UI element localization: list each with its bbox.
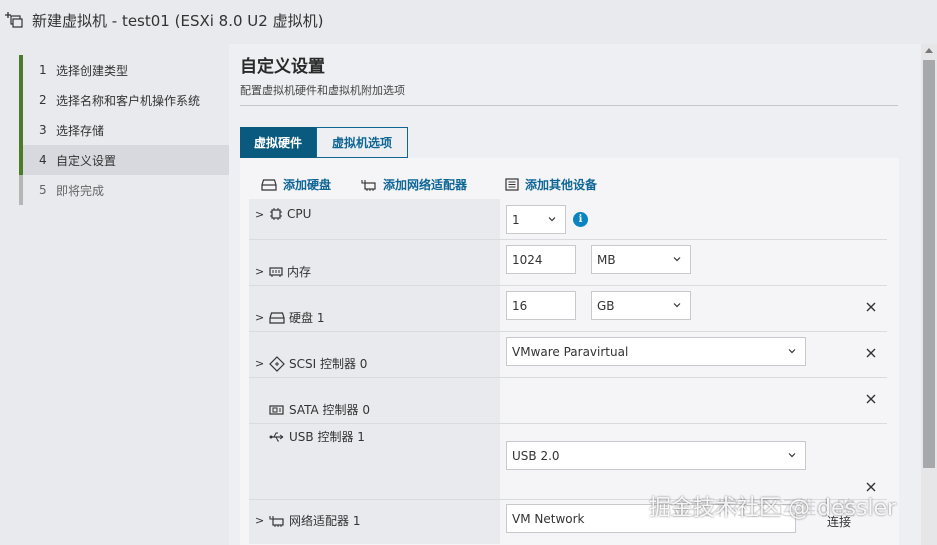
table-row-memory: > 内存 1024 MB [249, 240, 887, 286]
disk-label-group: > 硬盘 1 [255, 309, 324, 326]
disk-label: 硬盘 1 [289, 311, 325, 325]
title-bar: 新建虚拟机 - test01 (ESXi 8.0 U2 虚拟机) [0, 0, 937, 44]
scsi-type-value: VMware Paravirtual [512, 344, 629, 359]
new-vm-icon [5, 12, 23, 28]
step-label: 选择存储 [56, 123, 105, 138]
cpu-count-value: 1 [512, 212, 520, 227]
add-other-device-label: 添加其他设备 [525, 178, 598, 192]
cpu-count-select[interactable]: 1 [506, 205, 566, 234]
disk-size-value: 16 [512, 298, 528, 313]
add-disk-button[interactable]: 添加硬盘 [261, 176, 331, 193]
add-disk-label: 添加硬盘 [283, 178, 332, 192]
window-title: 新建虚拟机 - test01 (ESXi 8.0 U2 虚拟机) [32, 12, 324, 30]
chevron-down-icon [548, 217, 556, 222]
table-row-usb: > USB 控制器 1 USB 2.0 [249, 424, 887, 500]
expand-chevron-icon[interactable]: > [255, 514, 265, 527]
sata-label: SATA 控制器 0 [289, 403, 370, 417]
usb-type-value: USB 2.0 [512, 448, 560, 463]
step-label: 自定义设置 [56, 153, 117, 168]
step-number: 5 [39, 183, 47, 197]
add-nic-label: 添加网络适配器 [383, 178, 468, 192]
expand-chevron-icon[interactable]: > [255, 311, 265, 324]
network-value: VM Network [512, 511, 585, 526]
chevron-down-icon [673, 303, 681, 308]
wizard-steps: 1 选择创建类型 2 选择名称和客户机操作系统 3 选择存储 4 自定义设置 5… [0, 44, 229, 545]
step-number: 2 [39, 93, 47, 107]
step-label: 选择名称和客户机操作系统 [56, 93, 201, 108]
chevron-down-icon [788, 453, 796, 458]
scsi-label: SCSI 控制器 0 [289, 357, 368, 371]
hardware-actions: 添加硬盘 添加网络适配器 添加其他设备 [240, 171, 899, 195]
remove-scsi-icon[interactable] [865, 347, 877, 359]
disk-size-input[interactable]: 16 [506, 291, 576, 320]
disk-icon [269, 311, 285, 324]
main-content: 自定义设置 配置虚拟机硬件和虚拟机附加选项 虚拟硬件 虚拟机选项 添加硬盘 添加… [229, 44, 921, 545]
scsi-controller-icon [269, 355, 285, 372]
network-adapter-icon [361, 179, 376, 191]
step-label: 选择创建类型 [56, 63, 129, 78]
step-number: 4 [39, 153, 47, 167]
watermark: 掘金技术社区 @ dessler [649, 496, 897, 521]
add-other-device-button[interactable]: 添加其他设备 [505, 176, 597, 193]
step-select-storage[interactable]: 3 选择存储 [19, 115, 229, 145]
memory-label-group: > 内存 [255, 263, 311, 280]
sata-controller-icon [269, 404, 284, 415]
cpu-icon [270, 208, 282, 220]
usb-label: USB 控制器 1 [289, 430, 365, 444]
expand-chevron-icon[interactable]: > [255, 265, 265, 278]
remove-sata-icon[interactable] [865, 393, 877, 405]
info-icon[interactable]: i [573, 212, 588, 227]
step-ready-to-complete[interactable]: 5 即将完成 [19, 175, 229, 205]
tab-virtual-hardware[interactable]: 虚拟硬件 [240, 127, 316, 158]
disk-icon [261, 178, 277, 191]
disk-unit-select[interactable]: GB [591, 291, 691, 320]
chevron-down-icon [788, 349, 796, 354]
step-select-creation-type[interactable]: 1 选择创建类型 [19, 55, 229, 85]
memory-unit-select[interactable]: MB [591, 245, 691, 274]
table-row-scsi: > SCSI 控制器 0 VMware Paravirtual [249, 332, 887, 378]
page-title: 自定义设置 [240, 57, 325, 77]
divider [240, 105, 898, 106]
device-list-icon [505, 178, 519, 191]
network-label-group: > 网络适配器 1 [255, 512, 360, 529]
scroll-up-icon[interactable] [925, 48, 933, 53]
table-row-sata: > SATA 控制器 0 [249, 378, 887, 424]
step-select-name-os[interactable]: 2 选择名称和客户机操作系统 [19, 85, 229, 115]
chevron-down-icon [673, 257, 681, 262]
memory-label: 内存 [287, 265, 312, 279]
cpu-label-group: > CPU [255, 207, 311, 221]
usb-type-select[interactable]: USB 2.0 [506, 441, 806, 470]
scsi-type-select[interactable]: VMware Paravirtual [506, 337, 806, 366]
tab-vm-options[interactable]: 虚拟机选项 [316, 127, 408, 158]
network-label: 网络适配器 1 [289, 514, 361, 528]
table-row-disk: > 硬盘 1 16 GB [249, 286, 887, 332]
page-subtitle: 配置虚拟机硬件和虚拟机附加选项 [240, 84, 405, 97]
network-adapter-icon [269, 515, 284, 527]
sata-label-group: > SATA 控制器 0 [255, 401, 370, 418]
memory-size-value: 1024 [512, 252, 543, 267]
cpu-label: CPU [287, 207, 312, 221]
step-number: 3 [39, 123, 47, 137]
vertical-scrollbar[interactable] [921, 44, 937, 545]
step-number: 1 [39, 63, 47, 77]
scrollbar-thumb[interactable] [923, 60, 935, 468]
step-label: 即将完成 [56, 183, 105, 198]
memory-size-input[interactable]: 1024 [506, 245, 576, 274]
usb-label-group: > USB 控制器 1 [255, 428, 365, 445]
table-row-cpu: > CPU 1 i [249, 199, 887, 240]
memory-icon [269, 266, 283, 277]
usb-icon [269, 432, 284, 441]
remove-disk-icon[interactable] [865, 301, 877, 313]
scsi-label-group: > SCSI 控制器 0 [255, 355, 367, 372]
hardware-panel: 添加硬盘 添加网络适配器 添加其他设备 > CPU 1 i > 内存 1024 … [240, 158, 899, 545]
disk-unit-value: GB [597, 298, 615, 313]
step-customize-settings[interactable]: 4 自定义设置 [19, 145, 229, 175]
expand-chevron-icon[interactable]: > [255, 357, 265, 370]
memory-unit-value: MB [597, 252, 616, 267]
expand-chevron-icon[interactable]: > [255, 208, 265, 221]
add-nic-button[interactable]: 添加网络适配器 [361, 176, 467, 193]
